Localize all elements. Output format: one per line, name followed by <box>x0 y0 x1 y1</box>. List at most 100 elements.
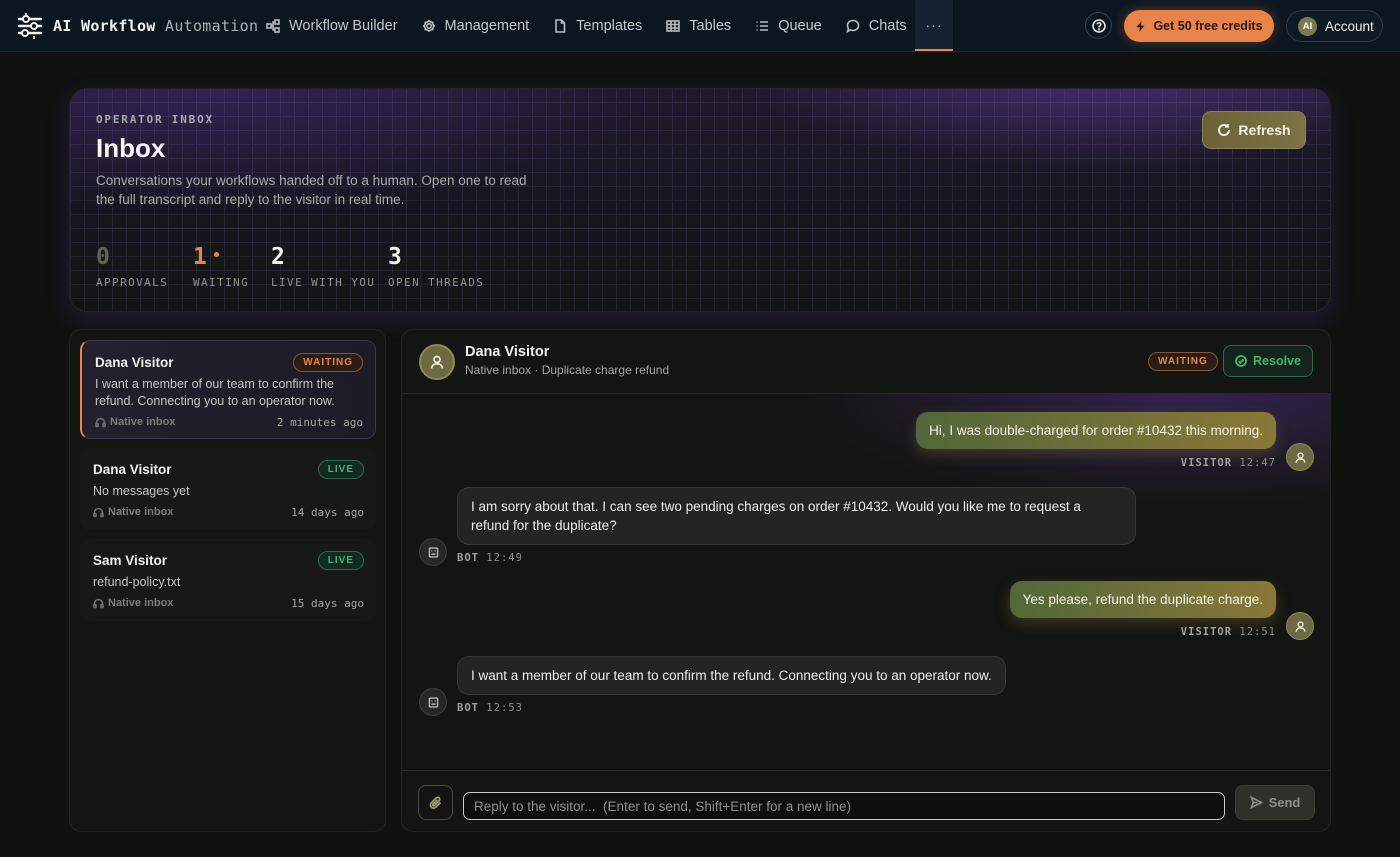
brand[interactable]: AI Workflow Automation <box>16 12 258 40</box>
conversation-source: Native inbox <box>93 506 173 518</box>
stat-label: OPEN THREADS <box>388 276 485 289</box>
avatar <box>419 688 447 716</box>
conversation-source: Native inbox <box>93 597 173 609</box>
list-icon <box>756 21 769 31</box>
attach-button[interactable] <box>418 785 453 820</box>
nav-more-button[interactable]: ··· <box>915 0 953 51</box>
user-icon <box>1294 620 1306 632</box>
message-sender: BOT <box>457 702 479 714</box>
message-time: 12:47 <box>1239 457 1276 469</box>
nav-link-label: Templates <box>576 18 643 34</box>
send-label: Send <box>1268 795 1301 810</box>
stat-waiting: 1 WAITING <box>193 244 249 289</box>
avatar <box>1286 443 1314 471</box>
refresh-label: Refresh <box>1238 122 1291 138</box>
stat-label: LIVE WITH YOU <box>271 276 376 289</box>
message-sender: VISITOR <box>1180 626 1233 638</box>
account-label: Account <box>1325 18 1374 34</box>
conversation-preview: No messages yet <box>93 484 190 498</box>
message-meta: BOT 12:53 <box>457 702 523 714</box>
headset-icon <box>95 417 106 427</box>
account-button[interactable]: AI Account <box>1286 10 1383 42</box>
user-icon <box>430 355 444 369</box>
nav-management[interactable]: Management <box>422 0 530 52</box>
conversation-time: 14 days ago <box>291 506 364 519</box>
user-icon <box>1294 451 1306 463</box>
source-label: Native inbox <box>108 597 174 609</box>
page-title: Inbox <box>96 133 166 163</box>
nav-workflow-builder[interactable]: Workflow Builder <box>266 0 398 52</box>
paperclip-icon <box>429 795 441 809</box>
stat-value: 3 <box>388 244 402 270</box>
conversation-item[interactable]: Dana Visitor WAITING I want a member of … <box>80 340 376 439</box>
help-icon <box>1091 18 1106 33</box>
stat-value: 2 <box>271 244 285 270</box>
message-meta: VISITOR 12:51 <box>1181 626 1276 638</box>
status-badge: LIVE <box>317 551 364 570</box>
chat-icon <box>845 19 860 33</box>
conversation-preview: refund-policy.txt <box>93 575 181 589</box>
avatar <box>1286 612 1314 640</box>
reply-input[interactable] <box>463 792 1225 820</box>
nav-tables[interactable]: Tables <box>666 0 731 52</box>
stat-value: 0 <box>96 244 110 270</box>
conversation-time: 15 days ago <box>291 597 364 610</box>
status-badge: LIVE <box>317 460 364 479</box>
source-label: Native inbox <box>108 506 174 518</box>
conversation-item[interactable]: Dana Visitor LIVE No messages yet Native… <box>80 448 376 530</box>
get-credits-button[interactable]: Get 50 free credits <box>1124 10 1274 42</box>
chat-visitor-name: Dana Visitor <box>465 344 550 360</box>
send-button[interactable]: Send <box>1235 785 1315 820</box>
avatar <box>419 538 447 566</box>
message-time: 12:51 <box>1239 626 1276 638</box>
nav-templates[interactable]: Templates <box>553 0 642 52</box>
hero-eyebrow: OPERATOR INBOX <box>96 113 214 126</box>
conversation-preview: I want a member of our team to confirm t… <box>95 377 335 408</box>
avatar <box>419 344 455 380</box>
inbox-hero: OPERATOR INBOX Inbox Conversations your … <box>69 88 1331 312</box>
chat-panel: Dana Visitor Native inbox · Duplicate ch… <box>401 329 1331 832</box>
message-bubble-bot: I am sorry about that. I can see two pen… <box>457 487 1136 545</box>
nav-link-label: Queue <box>778 18 822 34</box>
chat-header: Dana Visitor Native inbox · Duplicate ch… <box>402 330 1330 394</box>
nav-link-label: Chats <box>868 18 907 34</box>
brand-suffix: Automation <box>164 17 259 35</box>
conversation-time: 2 minutes ago <box>276 416 363 429</box>
message-meta: VISITOR 12:47 <box>1181 457 1276 469</box>
nav-link-label: Tables <box>689 18 732 34</box>
bot-icon <box>428 546 438 558</box>
page-description: Conversations your workflows handed off … <box>96 173 527 207</box>
resolve-label: Resolve <box>1253 354 1301 368</box>
stat-label: APPROVALS <box>96 276 169 289</box>
resolve-button[interactable]: Resolve <box>1223 345 1313 377</box>
brand-logo-icon <box>17 13 43 39</box>
nav-queue[interactable]: Queue <box>755 0 822 52</box>
gear-icon <box>422 20 435 32</box>
avatar: AI <box>1298 16 1317 36</box>
nav-link-label: Management <box>444 18 530 34</box>
refresh-icon <box>1218 124 1231 137</box>
message-sender: VISITOR <box>1180 457 1233 469</box>
nav-link-label: Workflow Builder <box>289 18 398 34</box>
stat-open-threads: 3 OPEN THREADS <box>388 244 484 289</box>
nav-links: Workflow Builder Management Templates Ta… <box>266 0 931 52</box>
message-bubble-bot: I want a member of our team to confirm t… <box>457 656 1006 695</box>
refresh-button[interactable]: Refresh <box>1202 111 1306 149</box>
help-button[interactable] <box>1085 12 1112 39</box>
message-meta: BOT 12:49 <box>457 552 523 564</box>
message-sender: BOT <box>457 552 479 564</box>
conversation-name: Dana Visitor <box>95 355 174 370</box>
stat-value: 1 <box>193 244 207 270</box>
message-composer: Send <box>402 770 1330 831</box>
conversation-item[interactable]: Sam Visitor LIVE refund-policy.txt Nativ… <box>80 539 376 621</box>
stat-label: WAITING <box>193 276 250 289</box>
stat-live-with-you: 2 LIVE WITH YOU <box>271 244 375 289</box>
message-thread: Hi, I was double-charged for order #1043… <box>402 394 1330 770</box>
message-time: 12:53 <box>486 702 523 714</box>
source-label: Native inbox <box>110 416 176 428</box>
stat-approvals: 0 APPROVALS <box>96 244 168 289</box>
workflow-icon <box>266 19 280 33</box>
conversation-source: Native inbox <box>95 416 175 428</box>
nav-chats[interactable]: Chats <box>845 0 907 52</box>
status-badge: WAITING <box>293 353 363 372</box>
